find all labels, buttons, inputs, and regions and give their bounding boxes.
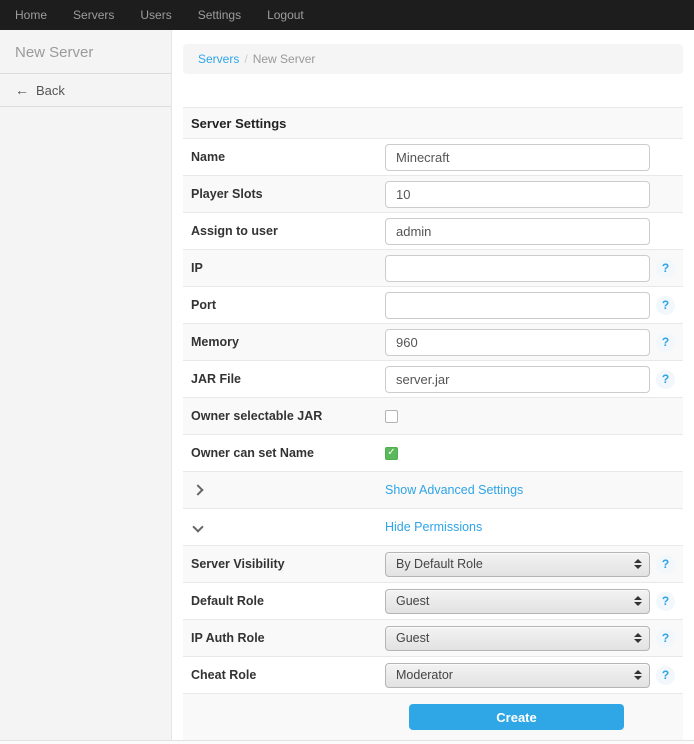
form-row-memory: Memory ? bbox=[183, 324, 683, 361]
form-row-permissions-toggle: Hide Permissions bbox=[183, 509, 683, 546]
field-label: Cheat Role bbox=[191, 668, 385, 682]
help-icon[interactable]: ? bbox=[656, 555, 675, 574]
section-header-row: Server Settings bbox=[183, 108, 683, 139]
selected-value: Guest bbox=[396, 631, 429, 645]
back-label: Back bbox=[36, 83, 65, 98]
help-icon[interactable]: ? bbox=[656, 592, 675, 611]
chevron-right-icon[interactable] bbox=[192, 484, 203, 495]
server-settings-form: Server Settings Name Player Slots Assign… bbox=[183, 107, 683, 741]
form-row-default-role: Default Role Guest ? bbox=[183, 583, 683, 620]
help-icon[interactable]: ? bbox=[656, 370, 675, 389]
form-row-player-slots: Player Slots bbox=[183, 176, 683, 213]
form-row-create: Create bbox=[183, 694, 683, 741]
field-label: IP Auth Role bbox=[191, 631, 385, 645]
check-icon: ✓ bbox=[387, 448, 395, 458]
name-input[interactable] bbox=[385, 144, 650, 171]
select-arrows-icon bbox=[634, 670, 642, 680]
form-row-owner-selectable-jar: Owner selectable JAR bbox=[183, 398, 683, 435]
page-title: New Server bbox=[0, 30, 171, 74]
section-title: Server Settings bbox=[191, 116, 286, 131]
selected-value: Guest bbox=[396, 594, 429, 608]
back-arrow-icon: ← bbox=[15, 82, 29, 98]
field-label: Server Visibility bbox=[191, 557, 385, 571]
owner-can-set-name-checkbox[interactable]: ✓ bbox=[385, 447, 398, 460]
hide-permissions-link[interactable]: Hide Permissions bbox=[385, 520, 482, 534]
form-row-assign-to-user: Assign to user bbox=[183, 213, 683, 250]
nav-item-home[interactable]: Home bbox=[2, 0, 60, 30]
breadcrumb-separator: / bbox=[244, 52, 247, 66]
chevron-down-icon[interactable] bbox=[192, 521, 203, 532]
nav-item-logout[interactable]: Logout bbox=[254, 0, 317, 30]
breadcrumb: Servers / New Server bbox=[183, 44, 683, 74]
jar-file-input[interactable] bbox=[385, 366, 650, 393]
form-row-cheat-role: Cheat Role Moderator ? bbox=[183, 657, 683, 694]
field-label: Player Slots bbox=[191, 187, 385, 201]
form-row-advanced-toggle: Show Advanced Settings bbox=[183, 472, 683, 509]
create-button[interactable]: Create bbox=[409, 704, 624, 730]
owner-selectable-jar-checkbox[interactable] bbox=[385, 410, 398, 423]
memory-input[interactable] bbox=[385, 329, 650, 356]
server-visibility-select[interactable]: By Default Role bbox=[385, 552, 650, 577]
back-button[interactable]: ← Back bbox=[0, 74, 171, 107]
main-content: Servers / New Server Server Settings Name … bbox=[183, 30, 683, 741]
show-advanced-settings-link[interactable]: Show Advanced Settings bbox=[385, 483, 523, 497]
nav-item-settings[interactable]: Settings bbox=[185, 0, 254, 30]
form-row-name: Name bbox=[183, 139, 683, 176]
field-label: IP bbox=[191, 261, 385, 275]
sidebar: New Server ← Back bbox=[0, 30, 172, 740]
help-icon[interactable]: ? bbox=[656, 259, 675, 278]
selected-value: By Default Role bbox=[396, 557, 483, 571]
field-label: Name bbox=[191, 150, 385, 164]
select-arrows-icon bbox=[634, 633, 642, 643]
port-input[interactable] bbox=[385, 292, 650, 319]
top-navbar: Home Servers Users Settings Logout bbox=[0, 0, 694, 30]
nav-item-servers[interactable]: Servers bbox=[60, 0, 127, 30]
form-row-jar-file: JAR File ? bbox=[183, 361, 683, 398]
nav-item-users[interactable]: Users bbox=[127, 0, 184, 30]
field-label: Default Role bbox=[191, 594, 385, 608]
cheat-role-select[interactable]: Moderator bbox=[385, 663, 650, 688]
default-role-select[interactable]: Guest bbox=[385, 589, 650, 614]
form-row-server-visibility: Server Visibility By Default Role ? bbox=[183, 546, 683, 583]
field-label: Owner can set Name bbox=[191, 446, 385, 460]
assign-to-user-input[interactable] bbox=[385, 218, 650, 245]
select-arrows-icon bbox=[634, 559, 642, 569]
select-arrows-icon bbox=[634, 596, 642, 606]
breadcrumb-link-servers[interactable]: Servers bbox=[198, 52, 239, 66]
form-row-ip: IP ? bbox=[183, 250, 683, 287]
ip-input[interactable] bbox=[385, 255, 650, 282]
field-label: JAR File bbox=[191, 372, 385, 386]
field-label: Assign to user bbox=[191, 224, 385, 238]
selected-value: Moderator bbox=[396, 668, 453, 682]
field-label: Owner selectable JAR bbox=[191, 409, 385, 423]
ip-auth-role-select[interactable]: Guest bbox=[385, 626, 650, 651]
help-icon[interactable]: ? bbox=[656, 666, 675, 685]
player-slots-input[interactable] bbox=[385, 181, 650, 208]
help-icon[interactable]: ? bbox=[656, 296, 675, 315]
form-row-owner-can-set-name: Owner can set Name ✓ bbox=[183, 435, 683, 472]
breadcrumb-current: New Server bbox=[253, 52, 316, 66]
help-icon[interactable]: ? bbox=[656, 333, 675, 352]
page-bottom-border bbox=[0, 740, 694, 744]
help-icon[interactable]: ? bbox=[656, 629, 675, 648]
form-row-ip-auth-role: IP Auth Role Guest ? bbox=[183, 620, 683, 657]
field-label: Port bbox=[191, 298, 385, 312]
field-label: Memory bbox=[191, 335, 385, 349]
form-row-port: Port ? bbox=[183, 287, 683, 324]
